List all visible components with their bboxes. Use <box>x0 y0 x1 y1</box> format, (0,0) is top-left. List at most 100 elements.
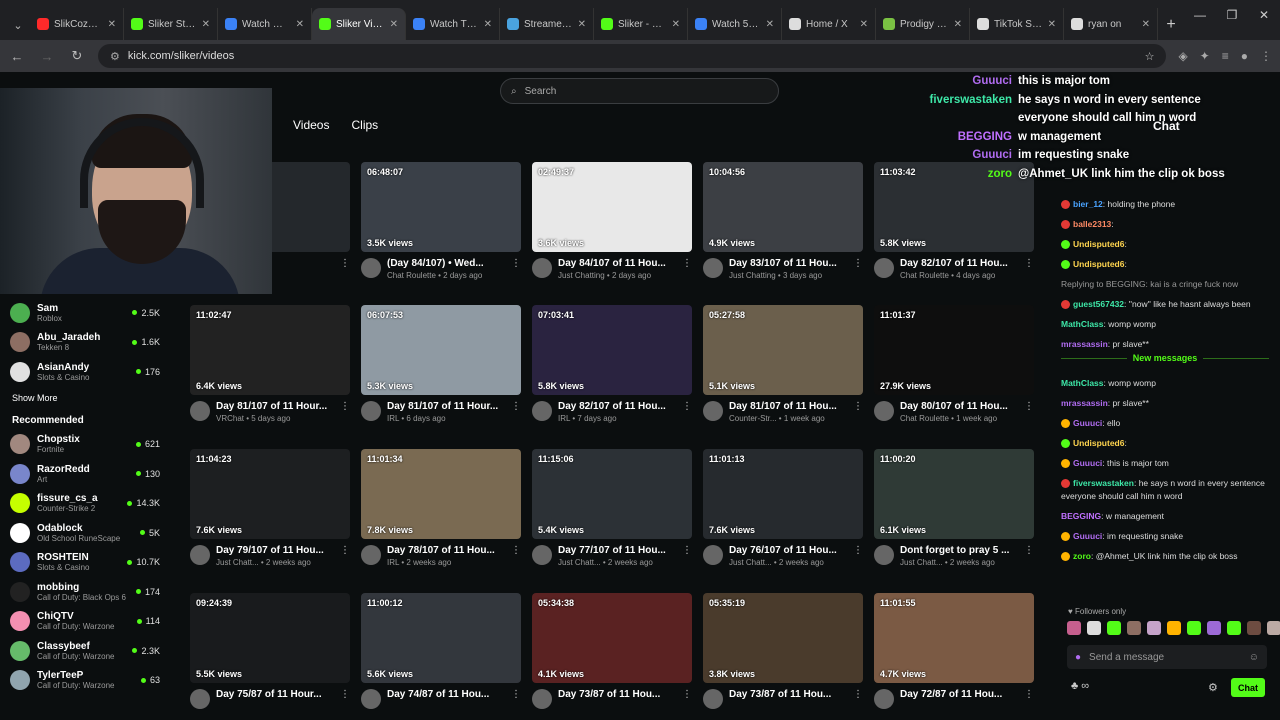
emote-icon[interactable] <box>1147 621 1161 635</box>
new-tab-button[interactable]: + <box>1158 10 1184 40</box>
chat-username[interactable]: Undisputed6 <box>1073 438 1124 448</box>
video-options-icon[interactable]: ⋮ <box>511 545 521 556</box>
video-thumbnail[interactable]: 11:01:37 27.9K views <box>874 305 1034 395</box>
tab-close-icon[interactable]: ✕ <box>296 19 304 30</box>
video-card[interactable]: 05:35:19 3.8K views Day 73/87 of 11 Hou...… <box>703 593 863 709</box>
sidebar-channel[interactable]: RazorRedd Art 130 <box>0 459 170 489</box>
browser-tab[interactable]: Watch 57bn ✕ <box>688 8 782 40</box>
chat-message-input[interactable]: ● Send a message ☺ <box>1067 645 1267 669</box>
video-title[interactable]: (Day 84/107) • Wed... <box>387 258 505 269</box>
video-options-icon[interactable]: ⋮ <box>340 401 350 412</box>
chat-username[interactable]: MathClass <box>1061 319 1104 329</box>
video-options-icon[interactable]: ⋮ <box>682 401 692 412</box>
video-options-icon[interactable]: ⋮ <box>340 258 350 269</box>
video-card[interactable]: 06:48:07 3.5K views (Day 84/107) • Wed... C… <box>361 162 521 280</box>
video-card[interactable]: 10:04:56 4.9K views Day 83/107 of 11 Hou..… <box>703 162 863 280</box>
video-thumbnail[interactable]: 11:01:34 7.8K views <box>361 449 521 539</box>
bookmark-star-icon[interactable]: ☆ <box>1145 50 1155 63</box>
profile-avatar[interactable]: ● <box>1241 49 1248 63</box>
chat-username[interactable]: guest567432 <box>1073 299 1124 309</box>
emoji-icon[interactable]: ☺ <box>1249 652 1259 663</box>
video-title[interactable]: Day 84/107 of 11 Hou... <box>558 258 676 269</box>
video-options-icon[interactable]: ⋮ <box>682 258 692 269</box>
tab-close-icon[interactable]: ✕ <box>1142 19 1150 30</box>
video-title[interactable]: Day 81/107 of 11 Hour... <box>216 401 334 412</box>
chat-settings-gear-icon[interactable]: ⚙ <box>1208 681 1218 694</box>
video-title[interactable]: Day 80/107 of 11 Hou... <box>900 401 1018 412</box>
chat-username[interactable]: bier_12 <box>1073 199 1103 209</box>
video-thumbnail[interactable]: 11:00:20 6.1K views <box>874 449 1034 539</box>
video-title[interactable]: Day 78/107 of 11 Hou... <box>387 545 505 556</box>
browser-menu-icon[interactable]: ⋮ <box>1260 49 1272 63</box>
video-card[interactable]: 07:03:41 5.8K views Day 82/107 of 11 Hou..… <box>532 305 692 423</box>
video-card[interactable]: 05:27:58 5.1K views Day 81/107 of 11 Hou..… <box>703 305 863 423</box>
video-title[interactable]: Day 75/87 of 11 Hour... <box>216 689 334 700</box>
tab-close-icon[interactable]: ✕ <box>108 19 116 30</box>
chat-username[interactable]: mrassassin <box>1061 339 1108 349</box>
chat-username[interactable]: fiverswastaken <box>1073 478 1134 488</box>
video-thumbnail[interactable]: 05:34:38 4.1K views <box>532 593 692 683</box>
video-card[interactable]: 11:02:47 6.4K views Day 81/107 of 11 Hour.… <box>190 305 350 423</box>
sidebar-channel[interactable]: Odablock Old School RuneScape 5K <box>0 518 170 548</box>
video-card[interactable]: 09:24:39 5.5K views Day 75/87 of 11 Hour..… <box>190 593 350 709</box>
points-icon[interactable]: ♣ ∞ <box>1071 680 1089 692</box>
sidebar-channel[interactable]: TylerTeeP Call of Duty: Warzone 63 <box>0 666 170 696</box>
browser-tab[interactable]: Watch The C ✕ <box>406 8 500 40</box>
video-title[interactable]: Day 77/107 of 11 Hou... <box>558 545 676 556</box>
browser-tab[interactable]: Sliker Videos ✕ <box>312 8 406 40</box>
chat-username[interactable]: Undisputed6 <box>1073 239 1124 249</box>
search-input[interactable]: ⌕ Search <box>500 78 779 104</box>
video-card[interactable]: 11:04:23 7.6K views Day 79/107 of 11 Hou..… <box>190 449 350 567</box>
chat-username[interactable]: Guuuci <box>1073 531 1102 541</box>
emote-icon[interactable] <box>1247 621 1261 635</box>
chat-username[interactable]: mrassassin <box>1061 398 1108 408</box>
extensions-puzzle-icon[interactable]: ✦ <box>1200 49 1210 63</box>
sidebar-channel[interactable]: Sam Roblox 2.5K <box>0 298 170 328</box>
video-card[interactable]: 05:34:38 4.1K views Day 73/87 of 11 Hou...… <box>532 593 692 709</box>
tab-close-icon[interactable]: ✕ <box>484 19 492 30</box>
chat-username[interactable]: MathClass <box>1061 378 1104 388</box>
sidebar-channel[interactable]: ROSHTEIN Slots & Casino 10.7K <box>0 548 170 578</box>
emote-icon[interactable] <box>1187 621 1201 635</box>
video-thumbnail[interactable]: 05:35:19 3.8K views <box>703 593 863 683</box>
video-options-icon[interactable]: ⋮ <box>1024 258 1034 269</box>
video-options-icon[interactable]: ⋮ <box>340 689 350 700</box>
emote-icon[interactable] <box>1087 621 1101 635</box>
video-options-icon[interactable]: ⋮ <box>682 689 692 700</box>
sidebar-channel[interactable]: ChiQTV Call of Duty: Warzone 114 <box>0 607 170 637</box>
sidebar-channel[interactable]: AsianAndy Slots & Casino 176 <box>0 357 170 387</box>
browser-tab[interactable]: Sliker - Watc ✕ <box>594 8 688 40</box>
browser-tab[interactable]: Prodigy Rob ✕ <box>876 8 970 40</box>
video-card[interactable]: 06:07:53 5.3K views Day 81/107 of 11 Hour.… <box>361 305 521 423</box>
sidebar-channel[interactable]: fissure_cs_a Counter-Strike 2 14.3K <box>0 489 170 519</box>
url-field[interactable]: ⚙ kick.com/sliker/videos ☆ <box>98 44 1167 68</box>
browser-tab[interactable]: Home / X ✕ <box>782 8 876 40</box>
tab-close-icon[interactable]: ✕ <box>860 19 868 30</box>
video-card[interactable]: 11:01:13 7.6K views Day 76/107 of 11 Hou..… <box>703 449 863 567</box>
video-thumbnail[interactable]: 11:02:47 6.4K views <box>190 305 350 395</box>
tab-close-icon[interactable]: ✕ <box>202 19 210 30</box>
emote-icon[interactable] <box>1107 621 1121 635</box>
video-card[interactable]: 11:00:12 5.6K views Day 74/87 of 11 Hou...… <box>361 593 521 709</box>
chat-username[interactable]: balle2313 <box>1073 219 1111 229</box>
video-thumbnail[interactable]: 09:24:39 5.5K views <box>190 593 350 683</box>
video-title[interactable]: Day 82/107 of 11 Hou... <box>558 401 676 412</box>
video-title[interactable]: Day 74/87 of 11 Hou... <box>387 689 505 700</box>
browser-tab[interactable]: TikTok Studi ✕ <box>970 8 1064 40</box>
video-card[interactable]: 11:01:55 4.7K views Day 72/87 of 11 Hou...… <box>874 593 1034 709</box>
browser-tab[interactable]: StreamerStat ✕ <box>500 8 594 40</box>
emote-icon[interactable] <box>1127 621 1141 635</box>
video-title[interactable]: Day 81/107 of 11 Hour... <box>387 401 505 412</box>
emote-icon[interactable] <box>1167 621 1181 635</box>
close-window-icon[interactable]: ✕ <box>1248 0 1280 36</box>
forward-icon[interactable]: → <box>38 49 56 64</box>
video-card[interactable]: 11:00:20 6.1K views Dont forget to pray 5 … <box>874 449 1034 567</box>
video-thumbnail[interactable]: 11:00:12 5.6K views <box>361 593 521 683</box>
video-card[interactable]: 11:01:37 27.9K views Day 80/107 of 11 Hou.… <box>874 305 1034 423</box>
minimize-icon[interactable]: — <box>1184 0 1216 36</box>
tab-close-icon[interactable]: ✕ <box>672 19 680 30</box>
video-options-icon[interactable]: ⋮ <box>511 401 521 412</box>
tab-videos[interactable]: Videos <box>293 118 329 136</box>
tab-clips[interactable]: Clips <box>351 118 378 136</box>
site-info-icon[interactable]: ⚙ <box>110 50 120 63</box>
